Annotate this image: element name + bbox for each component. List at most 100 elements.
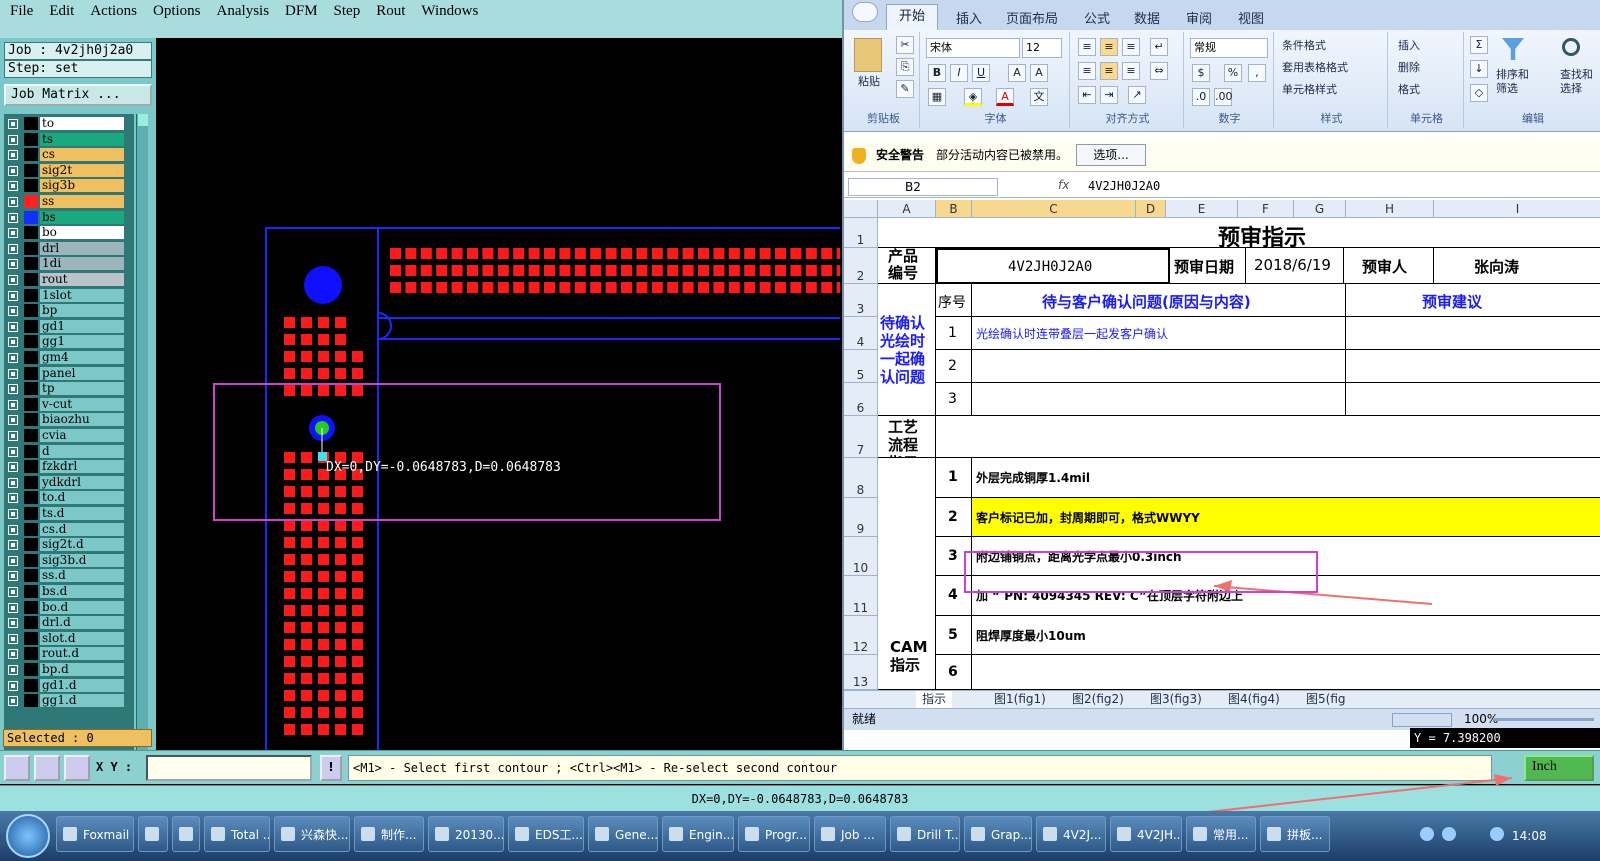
align-left-icon[interactable]: ≡ [1078,62,1096,80]
issue-text[interactable] [972,350,1346,383]
taskbar-item[interactable]: 兴森快... [274,816,350,852]
menu-dfm[interactable]: DFM [285,2,318,20]
layer-row[interactable]: d [4,444,134,459]
keyboard-icon[interactable] [1420,827,1434,841]
row-header[interactable]: 11 [844,576,878,616]
cam-text[interactable]: 外层完成铜厚1.4mil [972,458,1600,498]
menu-actions[interactable]: Actions [90,2,137,20]
xy-input[interactable] [146,755,312,781]
conditional-format-button[interactable]: 条件格式 [1282,36,1326,56]
increase-decimal-icon[interactable]: .0 [1192,88,1210,106]
layer-row[interactable]: v-cut [4,397,134,412]
layer-row[interactable]: cs [4,147,134,162]
issue-number[interactable]: 3 [936,383,972,416]
layer-color-swatch[interactable] [24,226,38,240]
layer-color-swatch[interactable] [24,507,38,520]
merge-center-icon[interactable]: ⇔ [1150,62,1168,80]
layer-name[interactable]: to.d [40,491,124,505]
fill-color-icon[interactable]: ◈ [964,88,982,106]
taskbar-item[interactable]: 拼板... [1260,816,1330,852]
layer-color-swatch[interactable] [24,444,38,458]
format-painter-icon[interactable]: ✎ [896,80,914,98]
confirm-section[interactable]: 待确认光绘时一起确认问题 [878,284,936,416]
issue-number[interactable]: 2 [936,350,972,383]
currency-icon[interactable]: $ [1192,64,1210,82]
layer-checkbox[interactable] [8,555,18,566]
layer-name[interactable]: ts.d [40,507,124,520]
layer-checkbox[interactable] [8,228,18,239]
layer-row[interactable]: to.d [4,490,134,505]
taskbar-item[interactable]: 常用... [1186,816,1256,852]
layer-color-swatch[interactable] [24,382,38,396]
layer-checkbox[interactable] [8,462,18,473]
border-icon[interactable]: ▦ [928,88,946,106]
layer-color-swatch[interactable] [24,210,38,224]
layer-scrollbar[interactable] [136,114,148,774]
layer-color-swatch[interactable] [24,663,38,676]
office-button[interactable] [852,2,878,22]
layer-row[interactable]: sig2t [4,163,134,178]
font-size-select[interactable]: 12 [1022,38,1062,58]
taskbar-item[interactable]: Progr... [738,816,810,852]
tab-data[interactable]: 数据 [1134,8,1160,27]
layer-row[interactable]: bo [4,225,134,240]
column-header[interactable]: H [1346,200,1434,218]
layer-row[interactable]: ts [4,132,134,147]
row-header[interactable]: 4 [844,317,878,350]
layer-checkbox[interactable] [8,275,18,285]
layer-color-swatch[interactable] [24,304,38,318]
layer-checkbox[interactable] [8,337,18,348]
layer-name[interactable]: to [40,117,124,130]
layer-row[interactable]: fzkdrl [4,459,134,474]
taskbar-item[interactable]: Gene... [588,816,658,852]
layer-row[interactable]: sig2t.d [4,537,134,552]
select-all-corner[interactable] [844,200,878,218]
menu-options[interactable]: Options [153,2,201,20]
grow-font-icon[interactable]: A [1008,64,1026,82]
layer-row[interactable]: slot.d [4,631,134,646]
layer-color-swatch[interactable] [24,475,38,489]
cam-number[interactable]: 2 [936,498,972,537]
paste-button[interactable]: 粘贴 [858,72,880,92]
find-select-button[interactable]: 查找和选择 [1560,68,1598,95]
cam-number[interactable]: 6 [936,655,972,690]
bang-button[interactable]: ! [320,755,342,781]
cam-number[interactable]: 3 [936,537,972,576]
layer-checkbox[interactable] [8,446,18,457]
layer-name[interactable]: cs [40,148,124,162]
layer-color-swatch[interactable] [24,148,38,162]
issues-header[interactable]: 待与客户确认问题(原因与内容) [972,284,1346,317]
comma-icon[interactable]: , [1248,64,1266,82]
advice-cell[interactable] [1346,350,1600,383]
layer-name[interactable]: panel [40,366,124,380]
layer-checkbox[interactable] [8,540,18,551]
layer-name[interactable]: biaozhu [40,413,124,427]
advice-cell[interactable] [1346,383,1600,416]
process-label[interactable]: 工艺流程指示 [878,416,936,458]
cam-text[interactable]: 阻焊厚度最小10um [972,616,1600,655]
sheet-title[interactable]: 预审指示 [878,218,1600,248]
layer-name[interactable]: 1slot [40,288,124,302]
layer-checkbox[interactable] [8,571,18,582]
layer-row[interactable]: ss [4,194,134,209]
taskbar-item[interactable]: Job ... [814,816,886,852]
layer-row[interactable]: 1di [4,256,134,271]
row-header[interactable]: 3 [844,284,878,317]
layer-color-swatch[interactable] [24,397,38,411]
layer-name[interactable]: d [40,444,124,458]
layer-checkbox[interactable] [8,321,18,332]
layer-row[interactable]: drl [4,241,134,256]
issue-number[interactable]: 1 [936,317,972,350]
phonetic-icon[interactable]: 文 [1030,88,1048,106]
layer-row[interactable]: ydkdrl [4,475,134,490]
layer-row[interactable]: bs.d [4,584,134,599]
layer-name[interactable]: sig3b.d [40,553,124,567]
column-header[interactable]: I [1434,200,1600,218]
layer-name[interactable]: bs [40,210,124,224]
product-label[interactable]: 产品编号 [878,248,936,284]
layer-checkbox[interactable] [8,587,18,597]
layer-color-swatch[interactable] [24,257,38,271]
issue-text[interactable] [972,383,1346,416]
taskbar-item[interactable] [172,816,200,852]
layer-checkbox[interactable] [8,602,18,613]
